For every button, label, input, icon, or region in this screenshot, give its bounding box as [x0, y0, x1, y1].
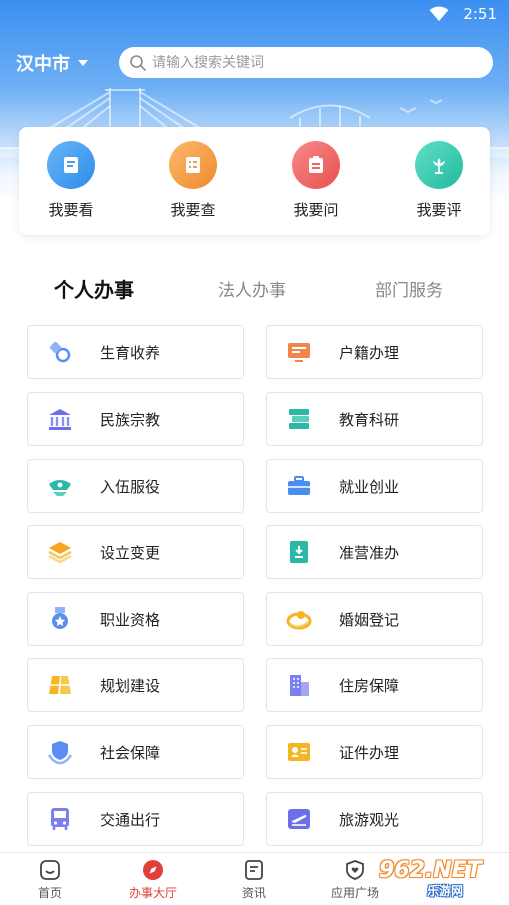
nav-service-hall[interactable]: 办事大厅 [113, 859, 193, 901]
service-education[interactable]: 教育科研 [266, 392, 483, 446]
service-label: 户籍办理 [339, 343, 400, 362]
books-icon [285, 405, 313, 433]
wifi-icon [429, 6, 449, 21]
rings-icon [285, 605, 313, 633]
status-bar: 2:51 [0, 0, 509, 28]
contact-card-icon [285, 738, 313, 766]
service-label: 民族宗教 [100, 410, 161, 429]
service-establish-change[interactable]: 设立变更 [27, 525, 244, 579]
service-label: 住房保障 [339, 676, 400, 695]
id-card-icon [285, 338, 313, 366]
service-label: 交通出行 [100, 810, 161, 829]
home-face-icon [40, 860, 60, 880]
service-certificate[interactable]: 证件办理 [266, 725, 483, 779]
briefcase-icon [285, 472, 313, 500]
service-label: 婚姻登记 [339, 610, 400, 629]
search-bar[interactable] [119, 47, 493, 78]
document-download-icon [285, 538, 313, 566]
clipboard-icon [292, 141, 340, 189]
service-permit[interactable]: 准营准办 [266, 525, 483, 579]
service-transport[interactable]: 交通出行 [27, 792, 244, 846]
quick-action-label: 我要查 [170, 201, 216, 219]
flower-icon [415, 141, 463, 189]
bus-icon [46, 805, 74, 833]
nav-news[interactable]: 资讯 [214, 859, 294, 901]
nav-home[interactable]: 首页 [10, 859, 90, 901]
service-planning[interactable]: 规划建设 [27, 658, 244, 712]
service-label: 就业创业 [339, 477, 400, 496]
city-name: 汉中市 [16, 54, 70, 75]
service-label: 职业资格 [100, 610, 161, 629]
caret-down-icon [78, 60, 88, 66]
building-icon [285, 671, 313, 699]
news-icon [245, 860, 263, 880]
plane-icon [285, 805, 313, 833]
status-time: 2:51 [463, 5, 497, 23]
service-label: 设立变更 [100, 543, 161, 562]
nav-label: 资讯 [241, 886, 266, 900]
map-blocks-icon [46, 671, 74, 699]
service-tourism[interactable]: 旅游观光 [266, 792, 483, 846]
service-label: 社会保障 [100, 743, 161, 762]
service-label: 入伍服役 [100, 477, 161, 496]
service-military[interactable]: 入伍服役 [27, 459, 244, 513]
watermark-text: 乐游网 [427, 884, 464, 898]
shield-hands-icon [46, 738, 74, 766]
nav-label: 办事大厅 [128, 886, 177, 900]
search-icon [130, 54, 146, 71]
service-label: 准营准办 [339, 543, 400, 562]
service-birth-adoption[interactable]: 生育收养 [27, 325, 244, 379]
service-label: 教育科研 [339, 410, 400, 429]
quick-action-check[interactable]: 我要查 [143, 141, 243, 220]
service-employment[interactable]: 就业创业 [266, 459, 483, 513]
temple-icon [46, 405, 74, 433]
tab-department[interactable]: 部门服务 [375, 276, 443, 301]
quick-action-rate[interactable]: 我要评 [389, 141, 489, 220]
service-household[interactable]: 户籍办理 [266, 325, 483, 379]
tab-legal-person[interactable]: 法人办事 [218, 276, 286, 301]
layers-icon [46, 538, 74, 566]
service-label: 证件办理 [339, 743, 400, 762]
heart-shield-icon [346, 860, 364, 880]
military-cap-icon [46, 472, 74, 500]
service-ethnic-religion[interactable]: 民族宗教 [27, 392, 244, 446]
quick-action-label: 我要看 [48, 201, 94, 219]
city-selector[interactable]: 汉中市 [16, 50, 88, 76]
service-social-security[interactable]: 社会保障 [27, 725, 244, 779]
quick-action-label: 我要评 [416, 201, 462, 219]
compass-icon [143, 860, 163, 880]
service-housing[interactable]: 住房保障 [266, 658, 483, 712]
tab-personal[interactable]: 个人办事 [54, 274, 134, 303]
quick-actions-card: 我要看 我要查 我要问 我要评 [19, 127, 490, 235]
watermark-number: 962.NET [379, 858, 482, 883]
list-check-icon [169, 141, 217, 189]
medal-icon [46, 605, 74, 633]
quick-action-label: 我要问 [293, 201, 339, 219]
service-label: 规划建设 [100, 676, 161, 695]
quick-action-ask[interactable]: 我要问 [266, 141, 366, 220]
search-input[interactable] [152, 54, 472, 71]
pacifier-icon [46, 338, 74, 366]
nav-label: 首页 [37, 886, 62, 900]
site-watermark: 962.NET 乐游网 [375, 858, 505, 902]
quick-action-look[interactable]: 我要看 [21, 141, 121, 220]
service-label: 旅游观光 [339, 810, 400, 829]
service-marriage[interactable]: 婚姻登记 [266, 592, 483, 646]
service-qualification[interactable]: 职业资格 [27, 592, 244, 646]
service-label: 生育收养 [100, 343, 161, 362]
book-icon [47, 141, 95, 189]
